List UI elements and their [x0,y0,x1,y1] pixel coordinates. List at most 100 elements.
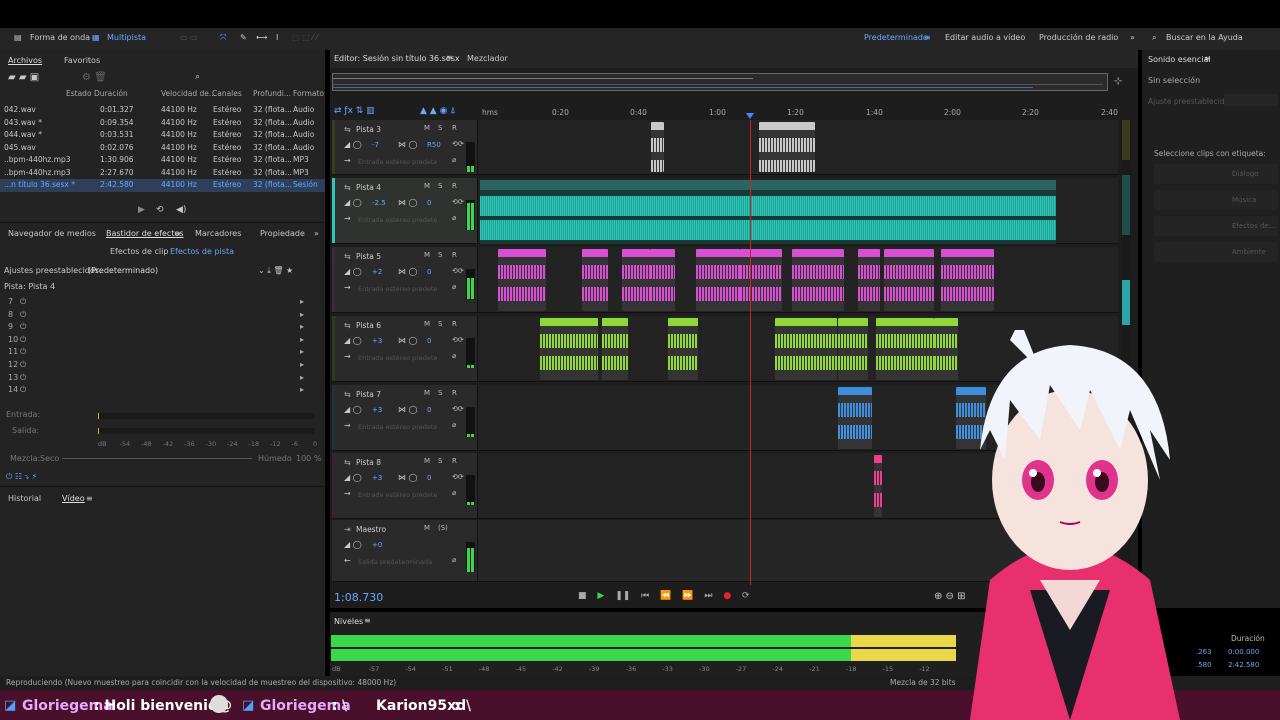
power-icon[interactable]: ⏻ [20,347,26,357]
tab-history[interactable]: Historial [8,494,41,503]
track-lane[interactable]: ⇆ Pista 5 M S R ◢ ◯ +2 ⋈ ◯ 0 ⟲⟳ → Entrada estéreo p… [332,247,1118,313]
track-header[interactable]: ⇥ Maestro M (S) ◢ ◯ +0 ← Salida predeterminada ⌀ [332,520,478,581]
audio-clip[interactable] [759,122,815,172]
audio-clip[interactable]: Pista 6_009 [540,318,598,380]
slot-arrow-icon[interactable]: ▸ [300,347,304,356]
solo-button[interactable]: S [438,389,442,397]
record-arm-button[interactable]: R [452,320,457,328]
menu-icon[interactable]: ≡ [364,616,371,625]
long-audio-clip[interactable]: El Camino Hacia El Dorado_ It's Tough To… [480,180,1056,244]
type-sfx-button[interactable]: Efectos de... [1154,216,1278,236]
link-icon[interactable]: ⟲⟳ [452,473,464,481]
track-name[interactable]: Pista 6 [356,321,381,330]
file-row[interactable]: ..bpm-440hz.mp3 2:27.670 44100 Hz Estéreo 32… [0,167,325,180]
audio-clip[interactable]: Pista 6... [602,318,628,380]
audio-clip[interactable]: Pista... [838,387,872,449]
waveform-button[interactable]: Forma de onda [30,33,90,42]
track-input[interactable]: Entrada estéreo predete [358,158,437,166]
track-header[interactable]: ⇆ Pista 7 M S R ◢ ◯ +3 ⋈ ◯ 0 ⟲⟳ → Entrada estéreo p… [332,385,478,450]
record-arm-button[interactable]: R [452,457,457,465]
col-duration[interactable]: Duración [94,89,128,98]
menu-icon[interactable]: ≡ [924,33,931,42]
pan-knob-icon[interactable]: ⋈ ◯ [398,473,418,482]
power-icon[interactable]: ⏻ [20,310,26,320]
track-name[interactable]: Maestro [356,525,386,534]
audio-clip[interactable]: Pista 5... [696,249,740,311]
record-arm-button[interactable]: R [452,124,457,132]
razor-tool-icon[interactable]: ✎ [240,33,247,42]
track-header[interactable]: ⇆ Pista 3 M S R ◢ ◯ -7 ⋈ ◯ R50 ⟲⟳ → Entrada estéreo… [332,120,478,174]
power-icon[interactable]: ⏻ ☷ ⤵ ⚡ [6,472,37,482]
slot-arrow-icon[interactable]: ▸ [300,385,304,394]
track-header[interactable]: ⇆ Pista 4 M S R ◢ ◯ -2.5 ⋈ ◯ 0 ⟲⟳ → Entrada estéreo… [332,178,478,243]
tab-markers[interactable]: Marcadores [195,229,241,238]
track-volume[interactable]: +3 [372,337,382,345]
open-file-icon[interactable]: ▰ ▰ ▣ [8,72,39,83]
playhead-line[interactable] [750,120,751,585]
input-arrow-icon[interactable]: → [344,214,351,223]
mute-button[interactable]: M [424,182,430,190]
file-search-icon[interactable]: ⌕ [195,72,200,82]
slot-arrow-icon[interactable]: ▸ [300,310,304,319]
fx-power-icon[interactable]: ⌀ [452,421,456,429]
waveform-icon[interactable]: ▤ [14,33,22,42]
mute-button[interactable]: M [424,457,430,465]
track-header[interactable]: ⇆ Pista 6 M S R ◢ ◯ +3 ⋈ ◯ 0 ⟲⟳ → Entrada estéreo p… [332,316,478,381]
track-input[interactable]: Entrada estéreo predete [358,423,437,431]
track-name[interactable]: Pista 3 [356,125,381,134]
link-icon[interactable]: ⟲⟳ [452,267,464,275]
track-name[interactable]: Pista 7 [356,390,381,399]
volume-knob-icon[interactable]: ◢ ◯ [344,405,362,414]
skip-back-icon[interactable]: ⏮ [641,591,649,601]
track-volume[interactable]: +3 [372,406,382,414]
tab-effects-rack[interactable]: Bastidor de efectos [106,229,184,238]
tab-mixer[interactable]: Mezclador [467,54,508,63]
record-arm-button[interactable]: R [452,389,457,397]
audio-clip[interactable]: Pista 5... [498,249,546,311]
workspace-default[interactable]: Predeterminado [864,33,928,42]
link-icon[interactable]: ⟲⟳ [452,140,464,148]
record-icon[interactable]: ● [723,591,731,601]
tab-properties[interactable]: Propiedade [260,229,305,238]
menu-icon[interactable]: ≡ [446,53,453,62]
mute-button[interactable]: M [424,524,430,532]
file-tool-icon[interactable]: ⚙ 🗑 [82,72,107,83]
power-icon[interactable]: ⏻ [20,297,26,307]
audio-clip[interactable]: Pista 5... [884,249,934,311]
solo-button[interactable]: S [438,320,442,328]
input-arrow-icon[interactable]: → [344,283,351,292]
workspace-video[interactable]: Editar audio a vídeo [945,33,1025,42]
audio-clip[interactable] [582,249,608,311]
fx-power-icon[interactable]: ⌀ [452,489,456,497]
file-row[interactable]: 042.wav 0:01.327 44100 Hz Estéreo 32 (flota.… [0,104,325,117]
volume-knob-icon[interactable]: ◢ ◯ [344,540,362,549]
audio-clip[interactable]: Pista 6... [876,318,934,380]
solo-button[interactable]: S [438,457,442,465]
track-volume[interactable]: -7 [372,141,379,149]
snap-icon[interactable]: ▲ ▲ ◉ ⍋ [420,106,456,116]
marquee-icon[interactable]: ⬚ ⬚ ⁄ ⁄ [292,33,317,42]
track-input[interactable]: Entrada estéreo predete [358,354,437,362]
track-input[interactable]: Entrada estéreo predete [358,285,437,293]
link-icon[interactable]: ⟲⟳ [452,336,464,344]
track-pan[interactable]: 0 [427,474,431,482]
file-row[interactable]: 043.wav * 0:09.354 44100 Hz Estéreo 32 (flot… [0,117,325,130]
col-format[interactable]: Formato [293,89,324,98]
link-icon[interactable]: ⟲⟳ [452,405,464,413]
file-row[interactable]: ...n título 36.sesx * 2:42.580 44100 Hz Est… [0,179,325,192]
col-status[interactable]: Estado [66,89,92,98]
audio-clip[interactable]: Pis... [668,318,698,380]
stop-icon[interactable]: ■ [578,591,587,601]
col-rate[interactable]: Velocidad de... [161,89,216,98]
input-arrow-icon[interactable]: ← [344,556,351,565]
volume-knob-icon[interactable]: ◢ ◯ [344,473,362,482]
col-channels[interactable]: Canales [212,89,242,98]
mute-button[interactable]: M [424,389,430,397]
fx-power-icon[interactable]: ⌀ [452,214,456,222]
pan-knob-icon[interactable]: ⋈ ◯ [398,198,418,207]
track-header[interactable]: ⇆ Pista 8 M S R ◢ ◯ +3 ⋈ ◯ 0 ⟲⟳ → Entrada estéreo p… [332,453,478,518]
skip-forward-icon[interactable]: ⏭ [704,591,712,601]
track-pan[interactable]: 0 [427,337,431,345]
file-row[interactable]: 045.wav 0:02.076 44100 Hz Estéreo 32 (flota.… [0,142,325,155]
audio-clip[interactable]: Pista 5... [622,249,650,311]
